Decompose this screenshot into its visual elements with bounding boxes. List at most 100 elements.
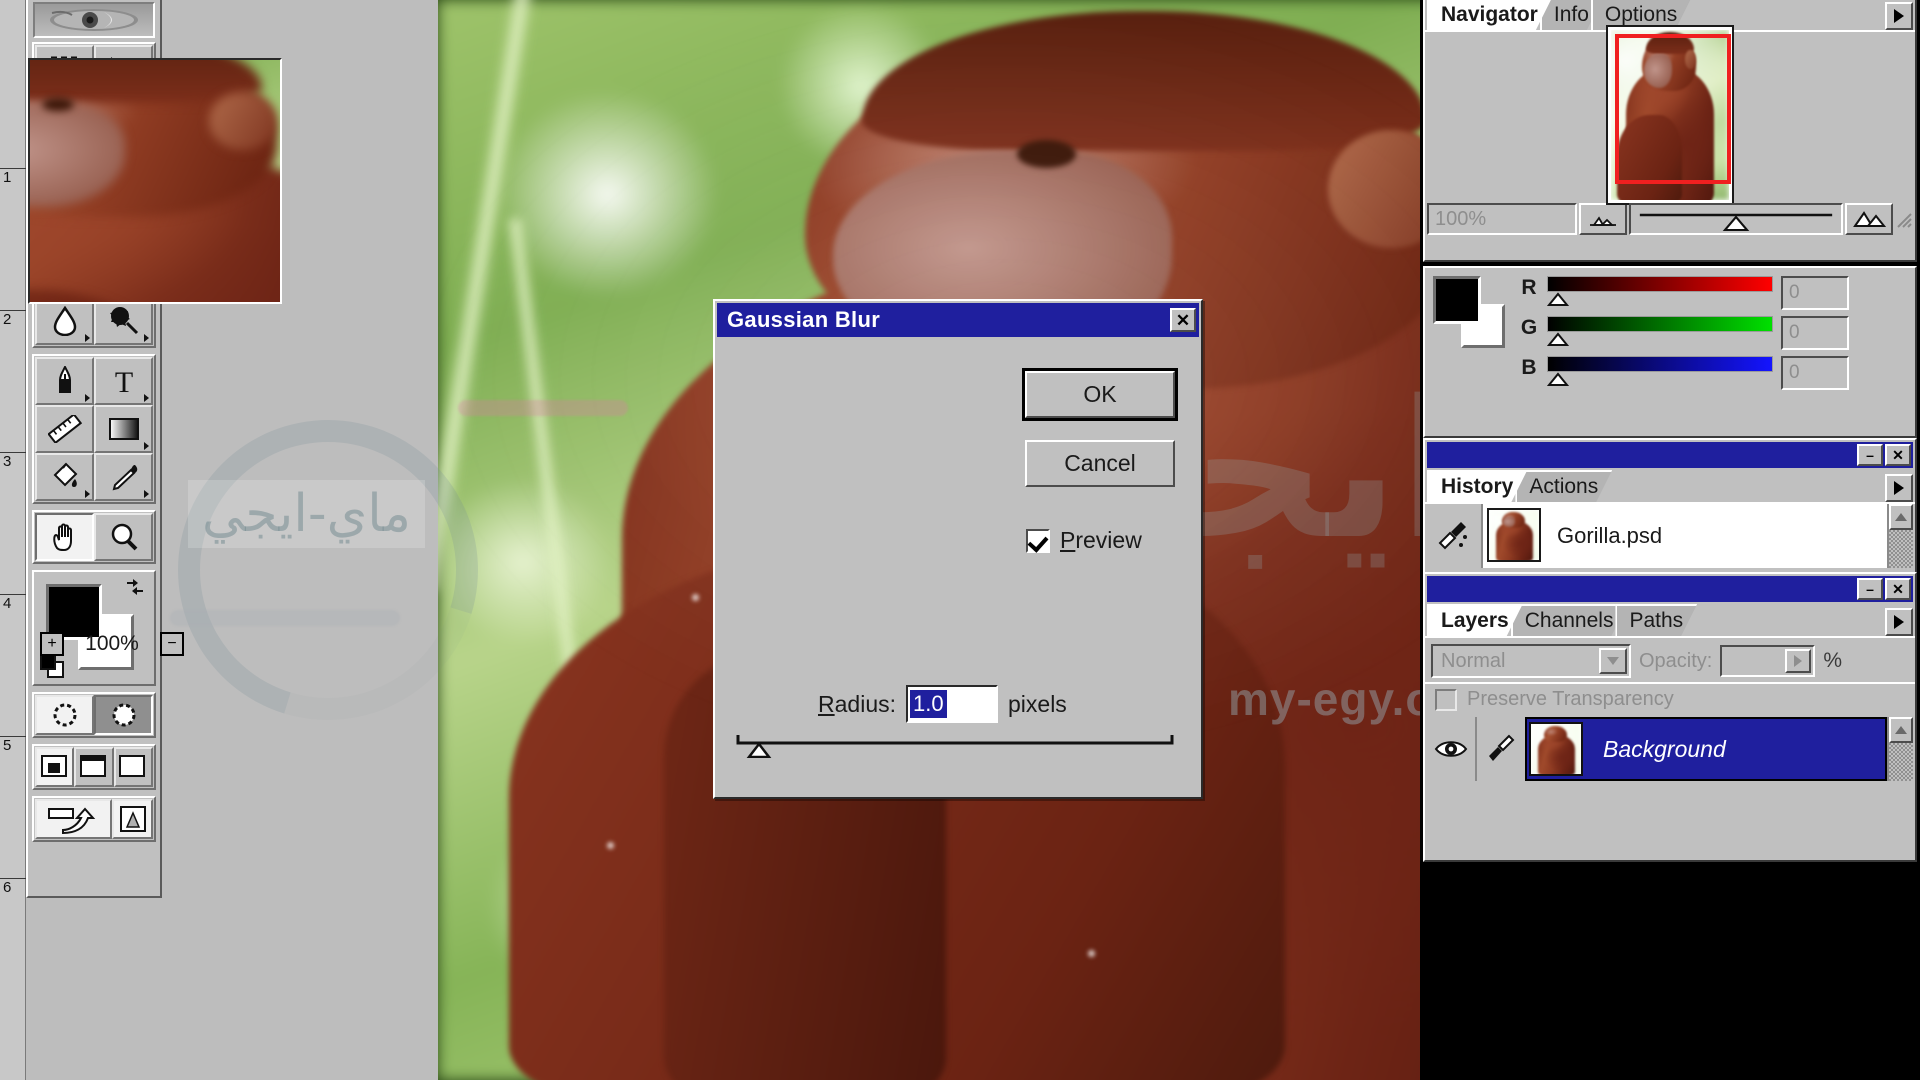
navigator-body[interactable]: [1425, 25, 1915, 205]
tab-layers[interactable]: Layers: [1427, 604, 1523, 636]
preserve-transparency-checkbox[interactable]: [1435, 688, 1457, 711]
jump-to-imageready-button[interactable]: [35, 799, 113, 839]
close-icon[interactable]: ✕: [1170, 308, 1196, 332]
green-slider[interactable]: [1546, 316, 1773, 351]
pen-tool[interactable]: [35, 357, 94, 405]
gradient-tool[interactable]: [94, 405, 153, 453]
history-scrollbar[interactable]: [1887, 504, 1913, 568]
red-value-input[interactable]: 0: [1781, 276, 1849, 310]
swap-arrows-icon[interactable]: [124, 576, 146, 598]
red-slider[interactable]: [1546, 276, 1773, 311]
opacity-input[interactable]: [1720, 645, 1816, 677]
dialog-title-bar[interactable]: Gaussian Blur ✕: [717, 303, 1199, 337]
snapshot-icon[interactable]: [1427, 504, 1483, 568]
zoom-out-button[interactable]: [1579, 203, 1627, 235]
quick-mask-mode-button[interactable]: [94, 695, 153, 735]
tab-paths[interactable]: Paths: [1615, 604, 1697, 636]
preserve-transparency-row[interactable]: Preserve Transparency: [1425, 682, 1915, 717]
layer-entry[interactable]: Background: [1525, 717, 1887, 781]
radius-slider[interactable]: [735, 732, 1175, 758]
vertical-ruler[interactable]: 1 2 3 4 5 6: [0, 0, 26, 1080]
full-screen-mode-button[interactable]: [113, 747, 153, 787]
standard-mode-button[interactable]: [35, 695, 94, 735]
close-icon[interactable]: ✕: [1885, 578, 1911, 600]
tab-navigator[interactable]: Navigator: [1427, 0, 1552, 30]
close-icon[interactable]: ✕: [1885, 444, 1911, 466]
color-swatch-block[interactable]: [32, 570, 156, 686]
chevron-down-icon[interactable]: [1599, 648, 1627, 674]
brush-icon[interactable]: [1477, 717, 1525, 781]
red-slider-thumb[interactable]: [1546, 292, 1570, 306]
opacity-label: Opacity:: [1639, 649, 1713, 672]
color-palette[interactable]: R 0 G 0 B 0: [1423, 266, 1917, 438]
quick-mask-modes: [32, 692, 156, 738]
default-colors-icon[interactable]: [39, 653, 65, 679]
dodge-tool[interactable]: [94, 297, 153, 345]
tab-history[interactable]: History: [1427, 470, 1527, 502]
measure-tool[interactable]: [35, 405, 94, 453]
navigator-thumbnail[interactable]: [1606, 25, 1734, 205]
green-value-input[interactable]: 0: [1781, 316, 1849, 350]
scroll-track[interactable]: [1889, 530, 1913, 568]
eye-icon[interactable]: [1427, 717, 1475, 781]
tab-channels[interactable]: Channels: [1511, 604, 1628, 636]
history-list[interactable]: Gorilla.psd: [1427, 504, 1913, 568]
filter-preview-thumbnail[interactable]: [28, 58, 282, 304]
cancel-button[interactable]: Cancel: [1025, 440, 1175, 487]
navigator-zoom-slider[interactable]: [1629, 203, 1843, 235]
blend-mode-select[interactable]: Normal: [1431, 644, 1631, 678]
radius-input[interactable]: 1.0: [906, 685, 998, 723]
palette-menu-arrow-icon[interactable]: [1885, 474, 1913, 502]
blur-tool[interactable]: [35, 297, 94, 345]
zoom-out-button[interactable]: −: [160, 632, 184, 656]
ok-button[interactable]: OK: [1022, 368, 1178, 421]
minimize-icon[interactable]: –: [1857, 578, 1883, 600]
zoom-in-button[interactable]: +: [40, 632, 64, 656]
scroll-track[interactable]: [1889, 743, 1913, 781]
scroll-up-icon[interactable]: [1889, 504, 1913, 530]
history-title-bar[interactable]: – ✕: [1427, 442, 1913, 468]
color-swatches[interactable]: [1433, 276, 1509, 348]
green-slider-bar: [1547, 316, 1773, 332]
preview-checkbox-row[interactable]: PPreviewreview: [1026, 527, 1142, 554]
tab-actions[interactable]: Actions: [1515, 470, 1612, 502]
imageready-logo-button[interactable]: [112, 799, 153, 839]
zoom-tool[interactable]: [94, 513, 153, 561]
minimize-icon[interactable]: –: [1857, 444, 1883, 466]
preview-zoom-value: 100%: [85, 632, 139, 655]
palette-menu-arrow-icon[interactable]: [1885, 2, 1913, 30]
chevron-right-icon[interactable]: [1785, 649, 1812, 673]
navigator-palette[interactable]: Navigator Info Options 100%: [1423, 0, 1917, 262]
standard-screen-mode-button[interactable]: [35, 747, 75, 787]
table-row[interactable]: Background: [1427, 717, 1887, 781]
layers-list[interactable]: Background: [1427, 717, 1913, 781]
history-tabs[interactable]: History Actions: [1425, 468, 1915, 504]
navigator-view-rectangle[interactable]: [1615, 34, 1731, 184]
blue-slider[interactable]: [1546, 356, 1773, 391]
green-slider-thumb[interactable]: [1546, 332, 1570, 346]
history-palette[interactable]: – ✕ History Actions Gorilla.psd: [1423, 438, 1917, 574]
navigator-zoom-input[interactable]: 100%: [1427, 203, 1577, 235]
layers-palette[interactable]: – ✕ Layers Channels Paths Normal Opacity…: [1423, 572, 1917, 862]
blue-slider-thumb[interactable]: [1546, 372, 1570, 386]
history-entry-name[interactable]: Gorilla.psd: [1541, 504, 1887, 568]
blue-value-input[interactable]: 0: [1781, 356, 1849, 390]
scroll-up-icon[interactable]: [1889, 717, 1913, 743]
hand-tool[interactable]: [35, 513, 94, 561]
type-tool[interactable]: T: [94, 357, 153, 405]
layers-title-bar[interactable]: – ✕: [1427, 576, 1913, 602]
zoom-in-button[interactable]: [1845, 203, 1893, 235]
full-screen-with-menu-button[interactable]: [74, 747, 114, 787]
foreground-color-swatch[interactable]: [1433, 276, 1481, 324]
palette-resize-grip[interactable]: [1895, 203, 1913, 235]
layers-tabs[interactable]: Layers Channels Paths: [1425, 602, 1915, 638]
layer-name[interactable]: Background: [1603, 736, 1726, 763]
percent-label: %: [1823, 649, 1843, 672]
radius-units-label: pixels: [1008, 690, 1067, 717]
preview-checkbox[interactable]: [1026, 528, 1050, 553]
paint-bucket-tool[interactable]: [35, 453, 94, 501]
small-mountains-icon: [1590, 216, 1616, 226]
layers-scrollbar[interactable]: [1887, 717, 1913, 781]
eyedropper-tool[interactable]: [94, 453, 153, 501]
palette-menu-arrow-icon[interactable]: [1885, 608, 1913, 636]
